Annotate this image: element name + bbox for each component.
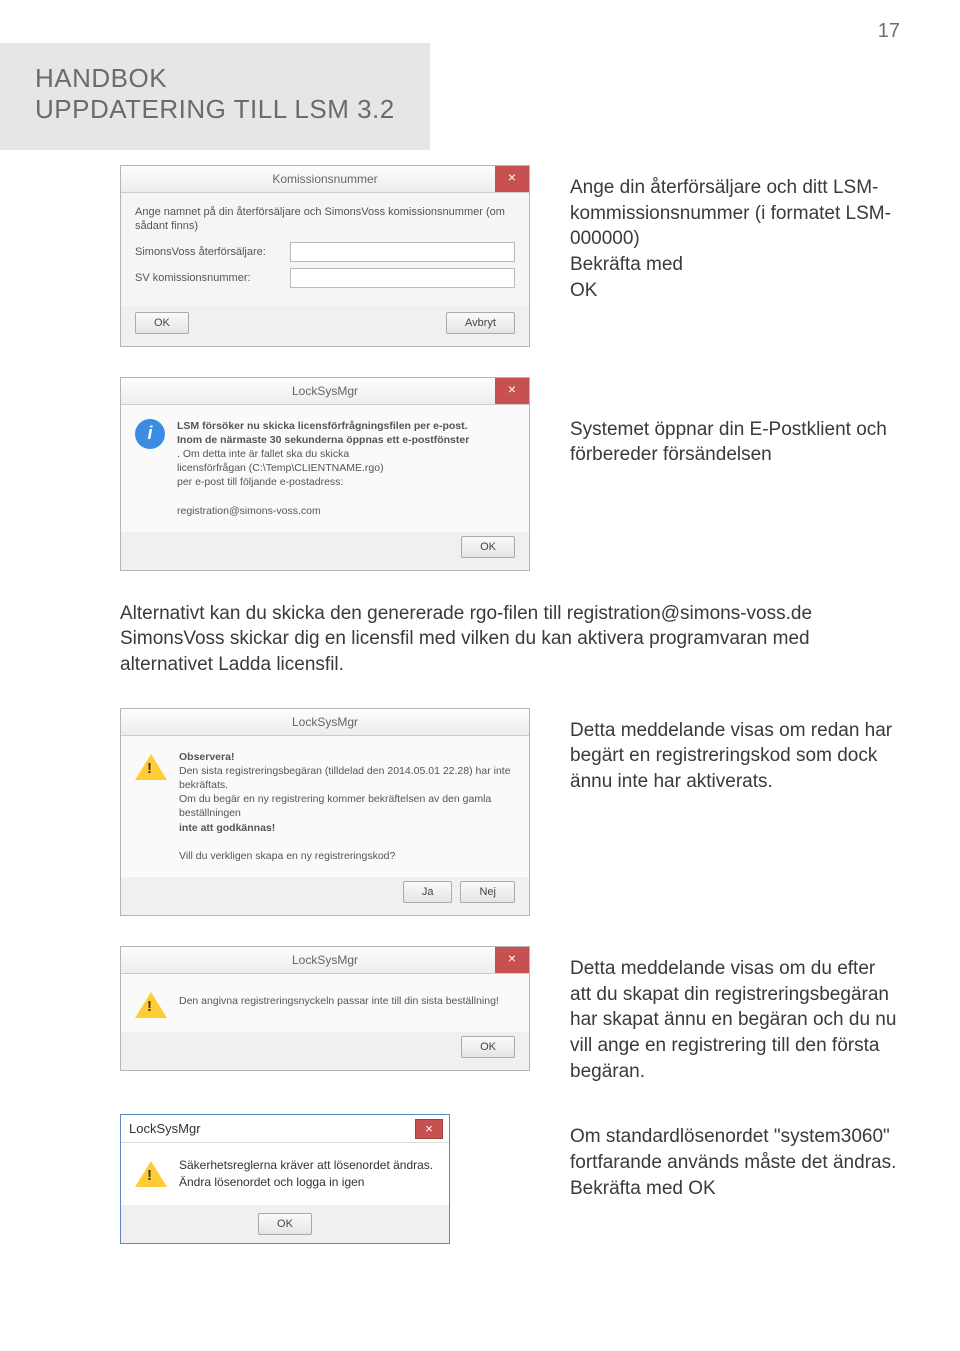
section1-text-3: OK (570, 280, 597, 301)
dlg2-line5: per e-post till följande e-postadress: (177, 476, 343, 488)
dialog-body-text: Observera! Den sista registreringsbegära… (179, 750, 515, 863)
section-1: Komissionsnummer × Ange namnet på din åt… (120, 165, 900, 347)
dialog-title: LockSysMgr × (121, 378, 529, 405)
section4-description: Detta meddelande visas om du efter att d… (570, 946, 900, 1084)
mid-paragraph: Alternativt kan du skicka den genererade… (120, 601, 900, 678)
section2-description: Systemet öppnar din E-Postklient och för… (570, 377, 900, 468)
dlg2-line6: registration@simons-voss.com (177, 505, 321, 517)
section-5: LockSysMgr × Säkerhetsreglerna kräver at… (120, 1114, 900, 1244)
close-icon[interactable]: × (495, 166, 529, 192)
field-reseller-input[interactable] (290, 242, 515, 262)
dialog-locksysmgr-warn: LockSysMgr × Den angivna registreringsny… (120, 946, 530, 1071)
dialog-title-text: LockSysMgr (292, 384, 358, 398)
dlg3-line2: Den sista registreringsbegäran (tilldela… (179, 765, 511, 791)
title-block: HANDBOK UPPDATERING TILL LSM 3.2 (0, 43, 430, 150)
dialog-title-text: LockSysMgr (292, 953, 358, 967)
dlg2-line4: licensförfrågan (C:\Temp\CLIENTNAME.rgo) (177, 462, 384, 474)
info-icon: i (135, 419, 165, 449)
dlg2-line2: Inom de närmaste 30 sekunderna öppnas et… (177, 434, 469, 446)
section5-description: Om standardlösenordet "system3060" fortf… (490, 1114, 900, 1201)
no-button[interactable]: Nej (460, 881, 515, 903)
section-3: LockSysMgr Observera! Den sista registre… (120, 708, 900, 916)
section-4: LockSysMgr × Den angivna registreringsny… (120, 946, 900, 1084)
mid-text-1: Alternativt kan du skicka den genererade… (120, 603, 812, 624)
dialog-body-text: Den angivna registreringsnyckeln passar … (179, 988, 499, 1018)
dialog-title: LockSysMgr × (121, 947, 529, 974)
dialog-locksysmgr-password: LockSysMgr × Säkerhetsreglerna kräver at… (120, 1114, 450, 1244)
title-line-2: UPPDATERING TILL LSM 3.2 (35, 94, 395, 125)
warning-icon (135, 1161, 167, 1187)
title-line-1: HANDBOK (35, 63, 395, 94)
dlg5-line1: Säkerhetsreglerna kräver att lösenordet … (179, 1158, 433, 1172)
field-commission-input[interactable] (290, 268, 515, 288)
dlg5-line2: Ändra lösenordet och logga in igen (179, 1175, 364, 1189)
section5-text-1: Om standardlösenordet "system3060" fortf… (570, 1126, 896, 1173)
dialog-title: LockSysMgr (121, 709, 529, 736)
dialog-title-text: LockSysMgr (129, 1121, 201, 1136)
section1-text-1: Ange din återförsäljare och ditt LSM-kom… (570, 177, 891, 249)
section1-description: Ange din återförsäljare och ditt LSM-kom… (570, 165, 900, 303)
dialog-title: LockSysMgr × (121, 1115, 449, 1143)
dialog-title: Komissionsnummer × (121, 166, 529, 193)
ok-button[interactable]: OK (135, 312, 189, 334)
dlg2-line1: LSM försöker nu skicka licensförfrågning… (177, 420, 468, 432)
close-icon[interactable]: × (415, 1119, 443, 1139)
section3-description: Detta meddelande visas om redan har begä… (570, 708, 900, 795)
field-reseller-label: SimonsVoss återförsäljare: (135, 246, 290, 258)
page-number: 17 (0, 0, 960, 43)
section-2: LockSysMgr × i LSM försöker nu skicka li… (120, 377, 900, 571)
dlg3-line3: Om du begär en ny registrering kommer be… (179, 793, 491, 819)
warning-icon (135, 992, 167, 1018)
dialog-body-text: Ange namnet på din återförsäljare och Si… (135, 205, 515, 234)
dialog-body-text: Säkerhetsreglerna kräver att lösenordet … (179, 1157, 433, 1191)
dlg3-line1: Observera! (179, 751, 234, 763)
section1-text-2: Bekräfta med (570, 254, 683, 275)
close-icon[interactable]: × (495, 947, 529, 973)
ok-button[interactable]: OK (258, 1213, 312, 1235)
dialog-locksysmgr-info: LockSysMgr × i LSM försöker nu skicka li… (120, 377, 530, 571)
mid-text-2: SimonsVoss skickar dig en licensfil med … (120, 628, 810, 675)
cancel-button[interactable]: Avbryt (446, 312, 515, 334)
yes-button[interactable]: Ja (403, 881, 453, 903)
ok-button[interactable]: OK (461, 536, 515, 558)
dlg3-line4: inte att godkännas! (179, 822, 275, 834)
dlg2-line3: . Om detta inte är fallet ska du skicka (177, 448, 349, 460)
dlg3-line5: Vill du verkligen skapa en ny registreri… (179, 850, 395, 862)
field-commission-label: SV komissionsnummer: (135, 272, 290, 284)
ok-button[interactable]: OK (461, 1036, 515, 1058)
dialog-title-text: LockSysMgr (292, 715, 358, 729)
warning-icon (135, 754, 167, 780)
close-icon[interactable]: × (495, 378, 529, 404)
dialog-locksysmgr-observe: LockSysMgr Observera! Den sista registre… (120, 708, 530, 916)
dialog-title-text: Komissionsnummer (272, 172, 377, 186)
section5-text-2: Bekräfta med OK (570, 1178, 716, 1199)
dialog-kommissionsnummer: Komissionsnummer × Ange namnet på din åt… (120, 165, 530, 347)
dialog-body-text: LSM försöker nu skicka licensförfrågning… (177, 419, 469, 518)
